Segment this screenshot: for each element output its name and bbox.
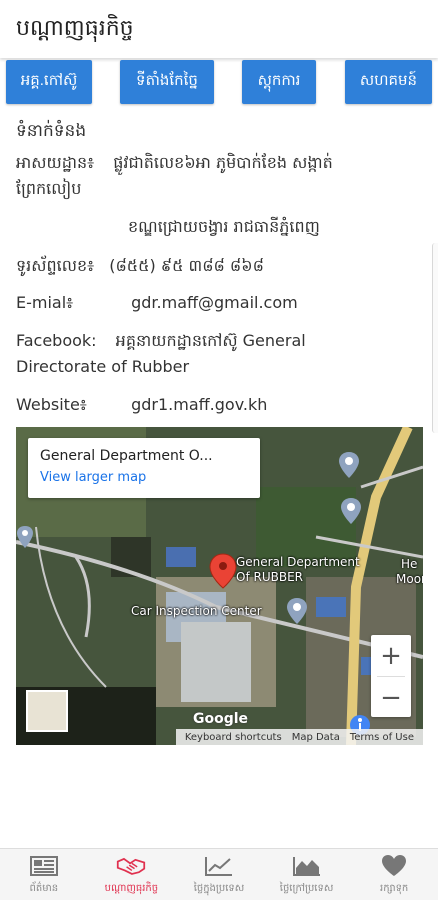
tab-rubber-directorate[interactable]: អគ្គ.កៅស៊ូ xyxy=(6,60,92,104)
email-row: E-mial៖ gdr.maff@gmail.com xyxy=(16,290,298,316)
category-tabs: អគ្គ.កៅស៊ូ ទីតាំងកែច្នៃ ស្តុកការ សហគមន៍ xyxy=(0,60,438,106)
place-info-card: General Department O... View larger map xyxy=(28,438,260,498)
poi-he: He xyxy=(401,557,418,571)
poi-pin-icon[interactable] xyxy=(340,497,362,525)
email-value[interactable]: gdr.maff@gmail.com xyxy=(131,290,298,316)
marker-label-line1: General Department xyxy=(236,555,360,569)
address-label: អាសយដ្ឋាន៖ xyxy=(16,153,95,172)
newspaper-icon xyxy=(29,854,59,878)
poi-pin-icon[interactable] xyxy=(16,525,34,549)
zoom-out-button[interactable]: − xyxy=(371,677,411,718)
page-title: បណ្តាញធុរកិច្ច xyxy=(16,16,134,41)
nav-item-foreign-price[interactable]: ថ្លៃក្រៅប្រទេស xyxy=(263,849,351,900)
tab-community[interactable]: សហគមន៍ xyxy=(345,60,432,104)
nav-label-foreign-price: ថ្លៃក្រៅប្រទេស xyxy=(279,883,334,894)
place-name: General Department O... xyxy=(40,448,213,464)
website-label: Website៖ xyxy=(16,395,87,414)
address-line3: ខណ្ឌជ្រោយចង្វារ រាជធានីភ្នំពេញ xyxy=(128,217,320,236)
zoom-in-button[interactable]: + xyxy=(371,635,411,676)
terms-link[interactable]: Terms of Use xyxy=(350,732,414,743)
address-line2: ព្រែកលៀប xyxy=(16,179,82,198)
address-row: អាសយដ្ឋាន៖ ផ្លូវជាតិលេខ៦អា ភូមិបាក់ខែង ស… xyxy=(16,150,333,176)
tab-stock[interactable]: ស្តុកការ xyxy=(242,60,316,104)
nav-item-domestic-price[interactable]: ថ្លៃក្នុងប្រទេស xyxy=(175,849,263,900)
nav-item-saved[interactable]: រក្សាទុក xyxy=(350,849,438,900)
google-logo: Google xyxy=(193,711,249,727)
keyboard-shortcuts-link[interactable]: Keyboard shortcuts xyxy=(185,732,282,743)
location-marker-icon[interactable] xyxy=(208,552,238,590)
website-value[interactable]: gdr1.maff.gov.kh xyxy=(131,392,267,418)
nav-label-domestic-price: ថ្លៃក្នុងប្រទេស xyxy=(193,883,245,894)
poi-pin-icon[interactable] xyxy=(286,597,308,625)
map-attribution: Keyboard shortcuts Map Data Terms of Use xyxy=(175,729,423,745)
map-data-link[interactable]: Map Data xyxy=(292,732,340,743)
area-chart-icon xyxy=(292,854,322,878)
nav-label-news: ព័ត៌មាន xyxy=(29,883,59,894)
marker-label-line2: Of RUBBER xyxy=(236,570,303,584)
contact-heading: ទំនាក់ទំនង xyxy=(16,121,87,141)
nav-item-news[interactable]: ព័ត៌មាន xyxy=(0,849,88,900)
bottom-navigation: ព័ត៌មាន បណ្តាញធុរកិច្ច ថ្លៃក្នុងប្រទេស ថ… xyxy=(0,848,438,900)
email-label: E-mial៖ xyxy=(16,293,74,312)
nav-label-business-network: បណ្តាញធុរកិច្ច xyxy=(104,883,159,894)
embedded-map[interactable]: General Department O... View larger map … xyxy=(16,427,423,745)
facebook-value-line1[interactable]: អគ្គនាយកដ្ឋានកៅស៊ូ General xyxy=(116,328,306,354)
phone-row: ទូរស័ព្ទលេខ៖ (៨៥៥) ៩៥ ៣៨៨ ៨៦៨ xyxy=(16,253,264,279)
map-type-toggle[interactable] xyxy=(26,690,68,732)
heart-icon xyxy=(379,854,409,878)
nav-label-saved: រក្សាទុក xyxy=(380,883,409,894)
phone-value[interactable]: (៨៥៥) ៩៥ ៣៨៨ ៨៦៨ xyxy=(109,253,264,279)
view-larger-map-link[interactable]: View larger map xyxy=(40,470,248,485)
phone-label: ទូរស័ព្ទលេខ៖ xyxy=(16,256,95,275)
nav-item-business-network[interactable]: បណ្តាញធុរកិច្ច xyxy=(88,849,176,900)
facebook-value-line2[interactable]: Directorate of Rubber xyxy=(16,354,189,380)
zoom-controls: + − xyxy=(371,635,411,717)
line-chart-icon xyxy=(204,854,234,878)
scroll-indicator xyxy=(432,243,438,433)
handshake-icon xyxy=(116,854,146,878)
address-line1: ផ្លូវជាតិលេខ៦អា ភូមិបាក់ខែង សង្កាត់ xyxy=(113,153,333,172)
app-bar: បណ្តាញធុរកិច្ច xyxy=(0,0,438,58)
website-row: Website៖ gdr1.maff.gov.kh xyxy=(16,392,267,418)
tab-processing-locations[interactable]: ទីតាំងកែច្នៃ xyxy=(120,60,214,104)
facebook-row: Facebook: អគ្គនាយកដ្ឋានកៅស៊ូ General xyxy=(16,328,306,354)
poi-moon: Moonl xyxy=(396,572,423,586)
poi-car-inspection: Car Inspection Center xyxy=(131,604,262,618)
poi-pin-icon[interactable] xyxy=(338,451,360,479)
facebook-label: Facebook: xyxy=(16,331,97,350)
